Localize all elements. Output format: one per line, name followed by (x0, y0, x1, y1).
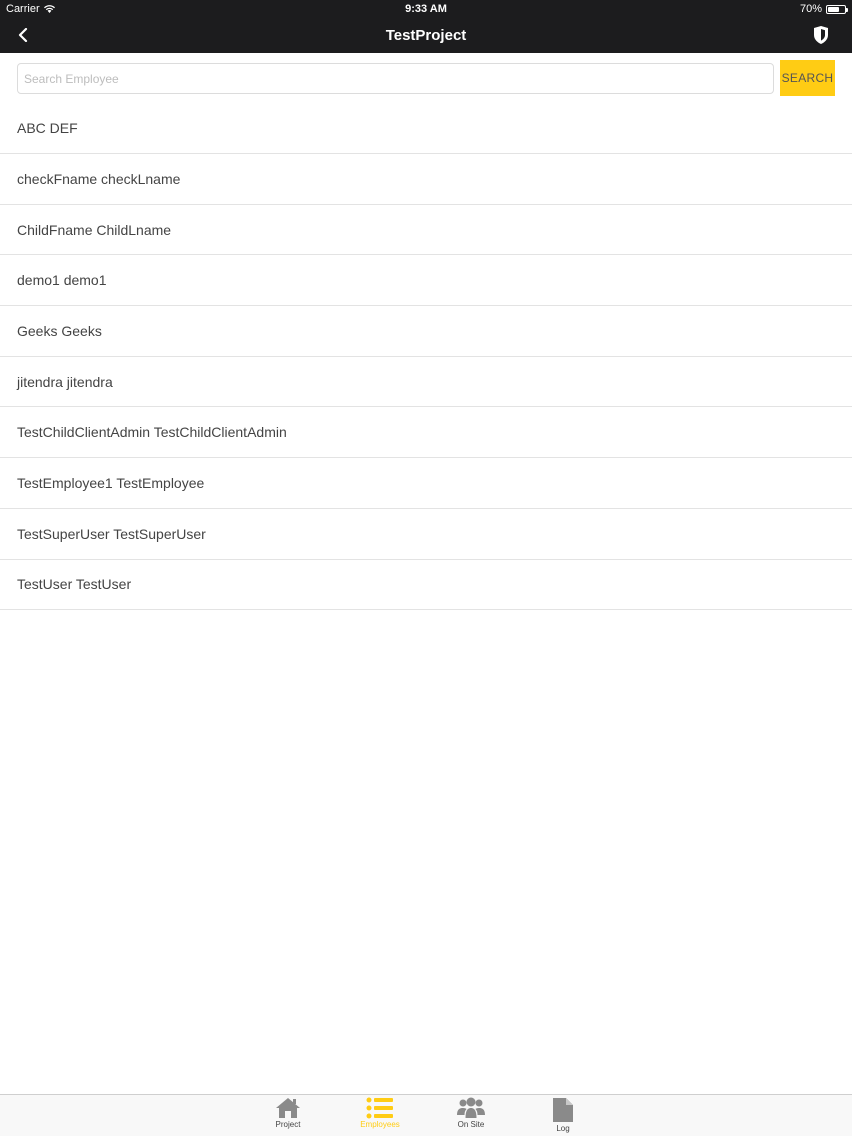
tab-bar: Project Employees On Site Log (0, 1094, 852, 1136)
battery-icon (826, 4, 848, 14)
employee-list-item[interactable]: ABC DEF (0, 103, 852, 154)
tab-employees[interactable]: Employees (345, 1095, 415, 1137)
navigation-bar: TestProject (0, 18, 852, 53)
tab-label: Employees (360, 1120, 400, 1129)
employee-list-item[interactable]: TestEmployee1 TestEmployee (0, 458, 852, 509)
search-input[interactable] (17, 63, 774, 94)
employee-list-item[interactable]: TestChildClientAdmin TestChildClientAdmi… (0, 407, 852, 459)
employee-list: ABC DEF checkFname checkLname ChildFname C… (0, 103, 852, 611)
employee-list-item[interactable]: jitendra jitendra (0, 357, 852, 408)
tab-label: Log (556, 1124, 570, 1133)
tab-label: Project (275, 1120, 301, 1129)
search-button[interactable]: SEARCH (780, 60, 835, 96)
battery-indicator: 70% (799, 3, 848, 15)
employee-list-item[interactable]: TestSuperUser TestSuperUser (0, 509, 852, 560)
status-bar: Carrier 9:33 AM 70% (0, 0, 852, 18)
tab-log[interactable]: Log (528, 1095, 598, 1137)
tab-on-site[interactable]: On Site (436, 1095, 506, 1137)
page-title: TestProject (385, 27, 467, 44)
list-icon (366, 1097, 393, 1119)
status-time: 9:33 AM (405, 3, 447, 15)
search-bar: SEARCH (0, 53, 852, 103)
battery-percent: 70% (799, 3, 822, 15)
tab-label: On Site (457, 1120, 485, 1129)
users-icon (457, 1097, 485, 1118)
employee-list-item[interactable]: Geeks Geeks (0, 306, 852, 357)
employee-list-item[interactable]: demo1 demo1 (0, 255, 852, 307)
home-icon (276, 1098, 300, 1118)
document-icon (553, 1098, 573, 1122)
employee-list-item[interactable]: ChildFname ChildLname (0, 205, 852, 256)
shield-icon[interactable] (812, 25, 830, 45)
employee-list-item[interactable]: checkFname checkLname (0, 154, 852, 205)
tab-project[interactable]: Project (253, 1095, 323, 1137)
employee-list-item[interactable]: TestUser TestUser (0, 560, 852, 611)
